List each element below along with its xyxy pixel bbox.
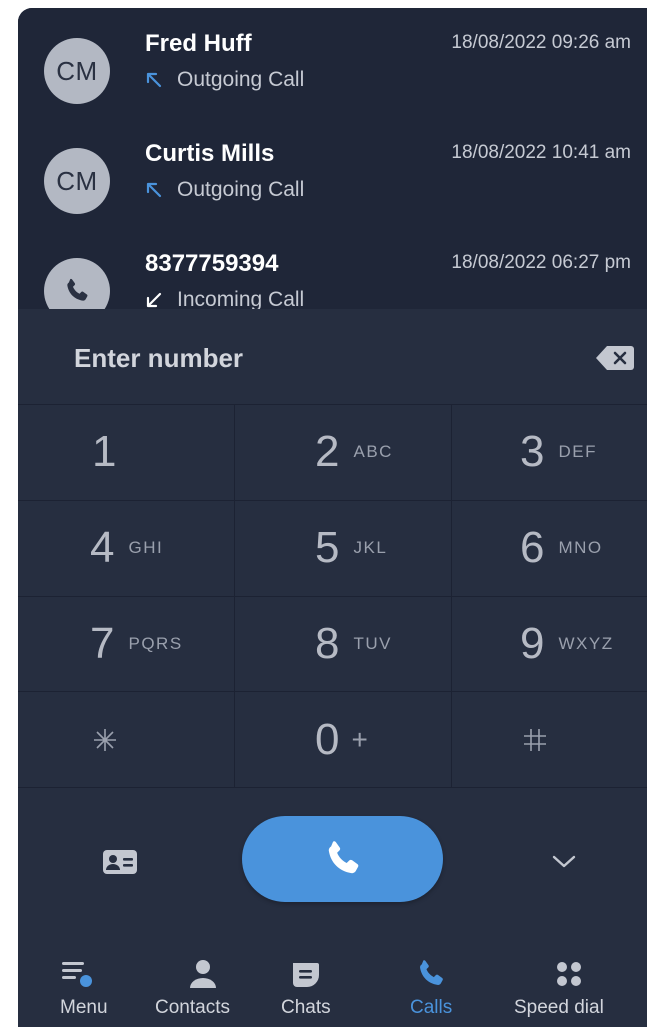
contact-card-icon[interactable] [102, 848, 138, 876]
incoming-arrow-icon [146, 292, 162, 308]
nav-label: Menu [60, 997, 108, 1018]
key-letters: GHI [128, 538, 164, 558]
key-letters: DEF [558, 442, 597, 462]
nav-label: Chats [281, 997, 331, 1018]
caller-name: Curtis Mills [145, 140, 275, 167]
key-digit: 5 [315, 523, 340, 573]
call-type: Incoming Call [145, 288, 304, 309]
key-star[interactable] [18, 692, 235, 788]
nav-speed-dial[interactable]: Speed dial [500, 943, 647, 1027]
key-digit: 0 [315, 714, 340, 764]
nav-label: Contacts [155, 997, 230, 1018]
avatar [44, 258, 110, 309]
key-2[interactable]: 2 ABC [235, 405, 452, 501]
nav-menu[interactable]: Menu [18, 943, 142, 1027]
call-type-label: Outgoing Call [177, 68, 305, 91]
key-letters: MNO [558, 538, 603, 558]
dial-keypad: 1 2 ABC 3 DEF 4 GHI 5 JKL 6 MNO 7 PQRS 8… [18, 405, 647, 788]
nav-chats[interactable]: Chats [266, 943, 390, 1027]
phone-icon [67, 278, 88, 301]
call-type-label: Incoming Call [177, 288, 305, 309]
key-letters: PQRS [128, 633, 183, 653]
call-history-list[interactable]: CM Fred Huff 18/08/2022 09:26 am Outgoin… [18, 8, 647, 309]
key-digit: 7 [90, 618, 115, 668]
call-timestamp: 18/08/2022 06:27 pm [451, 252, 631, 273]
backspace-icon[interactable] [595, 345, 635, 371]
call-history-item[interactable]: 8377759394 18/08/2022 06:27 pm Incoming … [18, 246, 647, 309]
key-digit: 6 [520, 523, 545, 573]
caller-name: Fred Huff [145, 30, 252, 57]
key-4[interactable]: 4 GHI [18, 500, 235, 597]
number-entry-bar [18, 309, 647, 405]
key-9[interactable]: 9 WXYZ [452, 597, 647, 693]
call-type: Outgoing Call [145, 68, 304, 92]
caller-name: 8377759394 [145, 250, 279, 277]
key-5[interactable]: 5 JKL [235, 500, 452, 597]
dialer-actions [18, 788, 647, 943]
key-digit: 4 [90, 523, 115, 573]
key-hash[interactable] [452, 692, 647, 788]
key-6[interactable]: 6 MNO [452, 501, 647, 597]
phone-icon [420, 960, 443, 985]
key-letters: + [351, 723, 368, 755]
call-type-label: Outgoing Call [177, 178, 305, 201]
outgoing-arrow-icon [146, 72, 162, 88]
key-0[interactable]: 0 + [235, 692, 452, 788]
avatar: CM [44, 38, 110, 104]
nav-label: Speed dial [514, 997, 604, 1018]
nav-calls[interactable]: Calls [390, 943, 500, 1027]
key-digit: 1 [92, 427, 117, 477]
key-letters: ABC [353, 442, 393, 462]
dialer-app: CM Fred Huff 18/08/2022 09:26 am Outgoin… [18, 8, 647, 1027]
speed-dial-icon [557, 962, 581, 986]
hash-icon [524, 728, 546, 751]
key-digit: 9 [520, 618, 545, 668]
number-input[interactable] [74, 337, 544, 379]
call-timestamp: 18/08/2022 09:26 am [451, 32, 631, 53]
call-history-item[interactable]: CM Curtis Mills 18/08/2022 10:41 am Outg… [18, 136, 647, 246]
key-digit: 2 [315, 427, 340, 477]
chat-icon [293, 963, 319, 987]
key-3[interactable]: 3 DEF [452, 405, 647, 501]
key-letters: WXYZ [558, 633, 614, 653]
nav-label: Calls [410, 997, 453, 1018]
key-1[interactable]: 1 [18, 405, 235, 501]
menu-icon [62, 962, 92, 987]
outgoing-arrow-icon [146, 182, 162, 198]
key-8[interactable]: 8 TUV [235, 596, 452, 693]
chevron-down-icon[interactable] [550, 852, 578, 872]
bottom-nav: Menu Contacts Chats Calls Speed dial [18, 943, 647, 1027]
call-button[interactable] [242, 816, 443, 902]
key-letters: JKL [353, 538, 388, 558]
asterisk-icon [94, 728, 116, 751]
key-letters: TUV [353, 633, 392, 653]
avatar: CM [44, 148, 110, 214]
key-digit: 3 [520, 427, 545, 477]
phone-icon [328, 841, 358, 874]
call-history-item[interactable]: CM Fred Huff 18/08/2022 09:26 am Outgoin… [18, 26, 647, 136]
key-7[interactable]: 7 PQRS [18, 596, 235, 693]
call-type: Outgoing Call [145, 178, 304, 202]
key-digit: 8 [315, 618, 340, 668]
nav-contacts[interactable]: Contacts [142, 943, 266, 1027]
call-timestamp: 18/08/2022 10:41 am [451, 142, 631, 163]
contact-person-icon [190, 960, 216, 988]
